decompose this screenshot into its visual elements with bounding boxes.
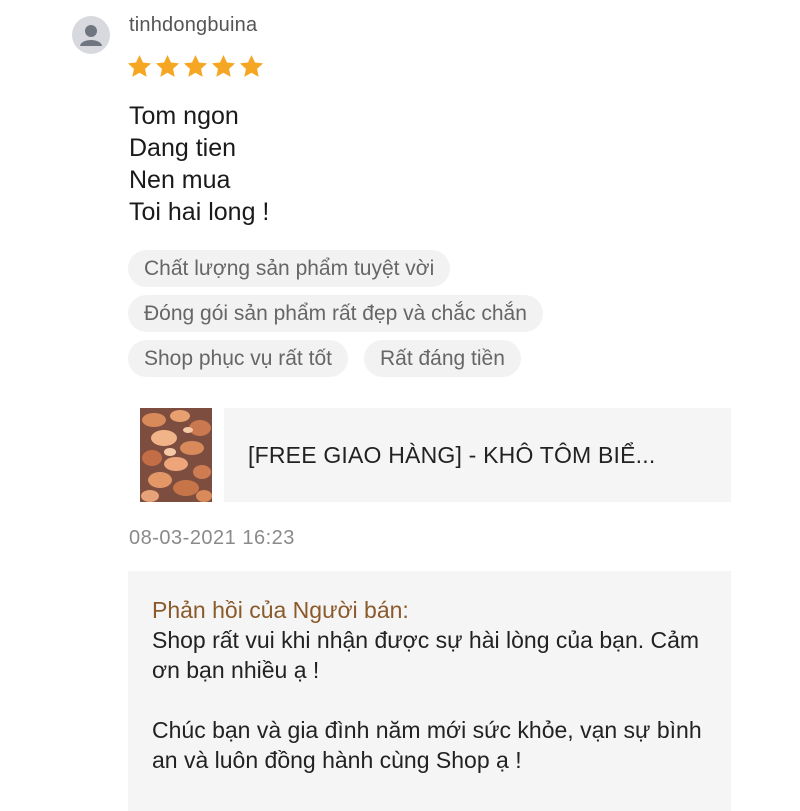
review-tag: Shop phục vụ rất tốt: [128, 340, 348, 377]
review-tag: Đóng gói sản phẩm rất đẹp và chắc chắn: [128, 295, 543, 332]
seller-reply-text: Shop rất vui khi nhận được sự hài lòng c…: [152, 627, 700, 683]
review-line: Tom ngon: [129, 102, 239, 130]
review-timestamp: 08-03-2021 16:23: [129, 527, 295, 549]
seller-reply-title: Phản hồi của Người bán:: [152, 597, 409, 623]
star-icon: [155, 55, 180, 77]
product-thumbnail[interactable]: [140, 408, 212, 502]
review-text: Tom ngon Dang tien Nen mua Toi hai long …: [129, 100, 269, 228]
review-line: Nen mua: [129, 166, 231, 194]
review-tag: Chất lượng sản phẩm tuyệt vời: [128, 250, 451, 287]
review-tags: Chất lượng sản phẩm tuyệt vời Đóng gói s…: [128, 250, 728, 385]
star-icon: [127, 55, 152, 77]
review-line: Dang tien: [129, 134, 237, 162]
reviewer-username[interactable]: tinhdongbuina: [129, 14, 257, 37]
review-tag: Rất đáng tiền: [363, 340, 521, 377]
review-line: Toi hai long !: [129, 198, 270, 226]
seller-reply-text: Chúc bạn và gia đình năm mới sức khỏe, v…: [152, 717, 702, 773]
seller-reply: Phản hồi của Người bán: Shop rất vui khi…: [128, 571, 731, 811]
star-icon: [239, 55, 264, 77]
user-avatar-icon[interactable]: [72, 16, 110, 54]
star-icon: [183, 55, 208, 77]
product-card[interactable]: [FREE GIAO HÀNG] - KHÔ TÔM BIỂ...: [140, 408, 731, 502]
rating-stars: [126, 53, 265, 80]
product-title[interactable]: [FREE GIAO HÀNG] - KHÔ TÔM BIỂ...: [224, 408, 731, 502]
star-icon: [211, 55, 236, 77]
